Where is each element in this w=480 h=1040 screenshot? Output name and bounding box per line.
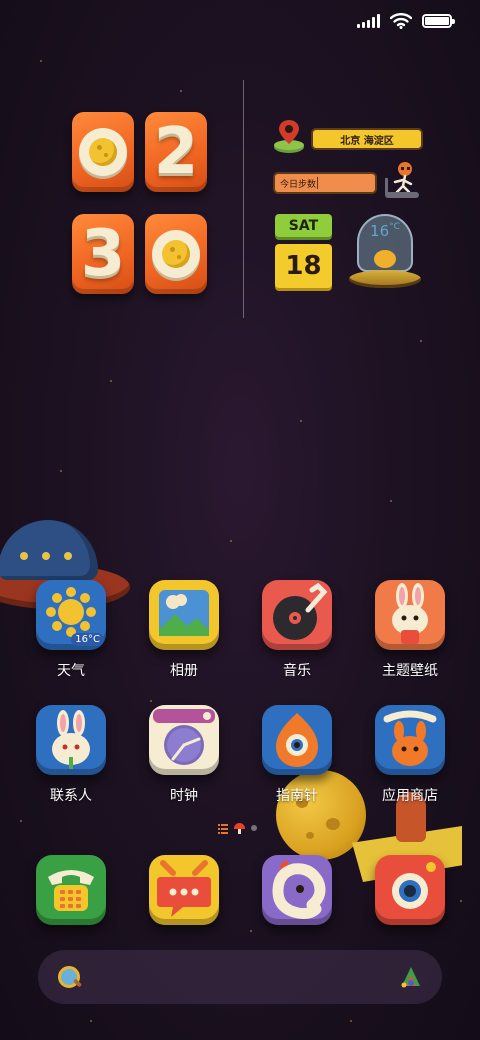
location-pill[interactable]: 北京 海淀区 <box>311 128 423 150</box>
mushroom-icon <box>234 822 245 834</box>
messages-icon <box>149 855 219 925</box>
skeleton-treadmill-icon <box>385 162 419 198</box>
day-tile[interactable]: 18 <box>275 244 332 288</box>
dock-camera[interactable] <box>360 855 460 925</box>
app-label: 相册 <box>170 663 198 679</box>
browser-icon <box>262 855 332 925</box>
music-record-icon <box>262 580 332 650</box>
weather-temperature: 16°C <box>349 222 421 240</box>
app-gallery[interactable]: 相册 <box>134 580 234 690</box>
compass-icon <box>262 705 332 775</box>
clock-minute-tens: 3 <box>72 214 134 294</box>
phone-icon <box>36 855 106 925</box>
app-label: 指南针 <box>276 788 318 804</box>
map-pin-icon <box>274 120 304 153</box>
dock-phone[interactable] <box>21 855 121 925</box>
page-dot-icon <box>251 825 257 831</box>
dock-messages[interactable] <box>134 855 234 925</box>
app-clock[interactable]: 时钟 <box>134 705 234 815</box>
app-label: 时钟 <box>170 788 198 804</box>
clock-hour-ones: 2 <box>145 112 207 192</box>
app-compass[interactable]: 指南针 <box>247 705 347 815</box>
app-weather[interactable]: 16°C 天气 <box>21 580 121 690</box>
app-label: 应用商店 <box>382 788 438 804</box>
assistant-icon[interactable] <box>398 964 424 990</box>
search-bar[interactable] <box>38 950 442 1004</box>
contacts-rabbit-icon <box>36 705 106 775</box>
status-bar <box>357 12 455 30</box>
steps-label: 今日步数 <box>280 179 317 190</box>
signal-bars-icon <box>357 14 380 28</box>
page-indicator[interactable] <box>218 822 257 834</box>
weekday-tile[interactable]: SAT <box>275 214 332 237</box>
clock-icon <box>149 705 219 775</box>
dock-browser[interactable] <box>247 855 347 925</box>
temperature-value: 16 <box>370 222 390 240</box>
moon-with-craters-icon <box>79 128 127 176</box>
wifi-icon <box>390 13 412 29</box>
app-label: 音乐 <box>283 663 311 679</box>
app-contacts[interactable]: 联系人 <box>21 705 121 815</box>
app-label: 天气 <box>57 663 85 679</box>
app-label: 联系人 <box>50 788 92 804</box>
battery-icon <box>422 14 455 28</box>
app-label: 主题壁纸 <box>382 663 438 679</box>
widget-divider <box>243 80 244 318</box>
steps-pill[interactable]: 今日步数 <box>273 172 377 194</box>
app-store[interactable]: 应用商店 <box>360 705 460 815</box>
gallery-icon <box>149 580 219 650</box>
app-store-icon <box>375 705 445 775</box>
temperature-unit: °C <box>389 222 400 232</box>
clock-minute-ones <box>145 214 207 294</box>
moon-with-craters-icon <box>152 230 200 278</box>
app-music[interactable]: 音乐 <box>247 580 347 690</box>
list-icon <box>218 823 228 834</box>
weather-sun-icon: 16°C <box>36 580 106 650</box>
snow-globe-icon[interactable]: 16°C <box>349 214 421 290</box>
app-themes[interactable]: 主题壁纸 <box>360 580 460 690</box>
weather-badge: 16°C <box>71 633 104 646</box>
clock-hour-tens <box>72 112 134 192</box>
search-icon[interactable] <box>56 964 82 990</box>
camera-icon <box>375 855 445 925</box>
themes-rabbit-icon <box>375 580 445 650</box>
